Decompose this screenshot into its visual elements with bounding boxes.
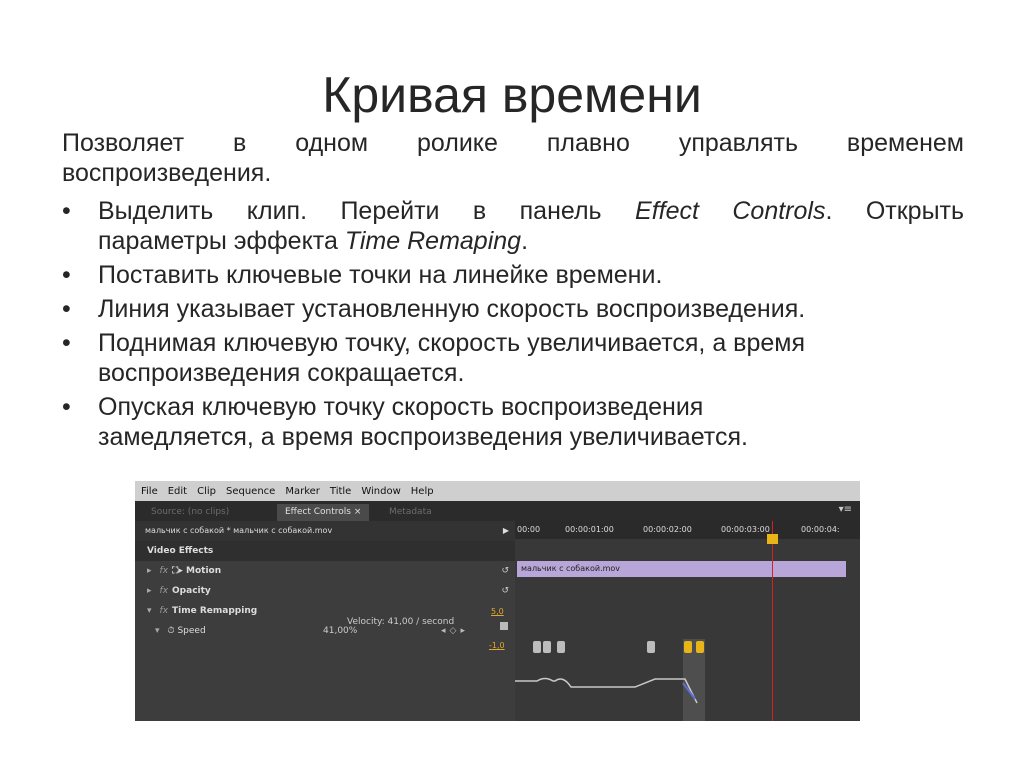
menu-help[interactable]: Help [411,486,434,497]
bullet-2: Поставить ключевые точки на линейке врем… [62,260,964,290]
play-arrow-icon[interactable]: ▶ [503,521,509,541]
tab-source[interactable]: Source: (no clips) [143,504,237,521]
motion-transform-icon: ⛶▸ [172,566,183,576]
effect-controls-properties: мальчик с собакой * мальчик с собакой.mo… [135,521,515,721]
menu-window[interactable]: Window [361,486,400,497]
timecode-label: 00:00:03:00 [721,525,770,534]
timecode-label: 00:00:02:00 [643,525,692,534]
speed-keyframe[interactable] [543,641,551,653]
timecode-label: 00:00:01:00 [565,525,614,534]
bullet-1-line-2: параметры эффекта Time Remaping. [98,227,529,255]
speed-keyframe[interactable] [533,641,541,653]
panel-menu-icon[interactable]: ▾≡ [839,504,852,515]
expand-triangle-icon[interactable]: ▸ [147,566,152,576]
collapse-triangle-icon[interactable]: ▾ [155,626,160,636]
stopwatch-icon[interactable]: ⏱ [168,626,175,636]
fx-icon[interactable]: fx [160,586,169,596]
menu-edit[interactable]: Edit [168,486,187,497]
graph-max-label: 5,0 [491,607,504,616]
bullet-list: Выделить клип. Перейти в панель Effect C… [62,196,964,456]
speed-keyframe-selected[interactable] [696,641,704,653]
clip-bar[interactable]: мальчик с собакой.mov [517,561,846,577]
velocity-curve[interactable] [515,671,860,721]
speed-keyframe-selected[interactable] [684,641,692,653]
expand-triangle-icon[interactable]: ▸ [147,586,152,596]
menu-sequence[interactable]: Sequence [226,486,275,497]
timecode-label: 00:00:04: [801,525,840,534]
menu-bar: File Edit Clip Sequence Marker Title Win… [135,481,860,501]
effect-motion[interactable]: ▸ fx ⛶▸ Motion ↺ [135,561,515,581]
reset-icon[interactable]: ↺ [501,581,509,601]
bullet-4: Поднимая ключевую точку, скорость увелич… [62,328,964,388]
effect-opacity[interactable]: ▸ fx Opacity ↺ [135,581,515,601]
menu-marker[interactable]: Marker [285,486,320,497]
premiere-screenshot: File Edit Clip Sequence Marker Title Win… [135,481,860,721]
fx-icon: fx [159,606,169,616]
menu-title[interactable]: Title [330,486,351,497]
fx-icon[interactable]: fx [160,566,169,576]
speed-keyframe[interactable] [647,641,655,653]
intro-line-2: воспроизведения. [62,159,272,187]
reset-icon[interactable]: ↺ [501,561,509,581]
menu-file[interactable]: File [141,486,158,497]
collapse-triangle-icon[interactable]: ▾ [147,606,152,616]
video-effects-header: Video Effects [135,541,515,561]
graph-min-label: -1,0 [489,641,505,650]
slide-title: Кривая времени [322,67,702,123]
panel-tabs: Source: (no clips) Effect Controls × Met… [135,501,860,521]
menu-clip[interactable]: Clip [197,486,216,497]
bullet-3: Линия указывает установленную скорость в… [62,294,964,324]
timecode-label: 00:00 [517,525,541,534]
time-ruler[interactable]: 00:00 00:00:01:00 00:00:02:00 00:00:03:0… [515,521,860,539]
timeline-area[interactable]: 00:00 00:00:01:00 00:00:02:00 00:00:03:0… [515,521,860,721]
bullet-5: Опуская ключевую точку скорость воспроиз… [62,392,964,452]
speed-keyframe[interactable] [557,641,565,653]
effect-time-remapping[interactable]: ▾ fx Time Remapping [135,601,515,621]
tab-effect-controls[interactable]: Effect Controls × [277,504,370,521]
velocity-readout: Velocity: 41,00 / second [347,617,455,627]
speed-row[interactable]: ▾ ⏱ Speed 41,00% ◂◇▸ [135,621,515,641]
intro-line-1: Позволяет в одном ролике плавно управлят… [62,129,964,157]
graph-square-icon [500,622,508,630]
bullet-1: Выделить клип. Перейти в панель Effect C… [62,196,964,256]
current-time-indicator[interactable] [772,521,773,721]
tab-metadata[interactable]: Metadata [381,504,440,521]
intro-text: Позволяет в одном ролике плавно управлят… [62,128,964,188]
playhead-handle[interactable] [767,534,778,544]
bullet-1-line-1: Выделить клип. Перейти в панель Effect C… [98,197,965,225]
clip-path: мальчик с собакой * мальчик с собакой.mo… [135,521,515,541]
